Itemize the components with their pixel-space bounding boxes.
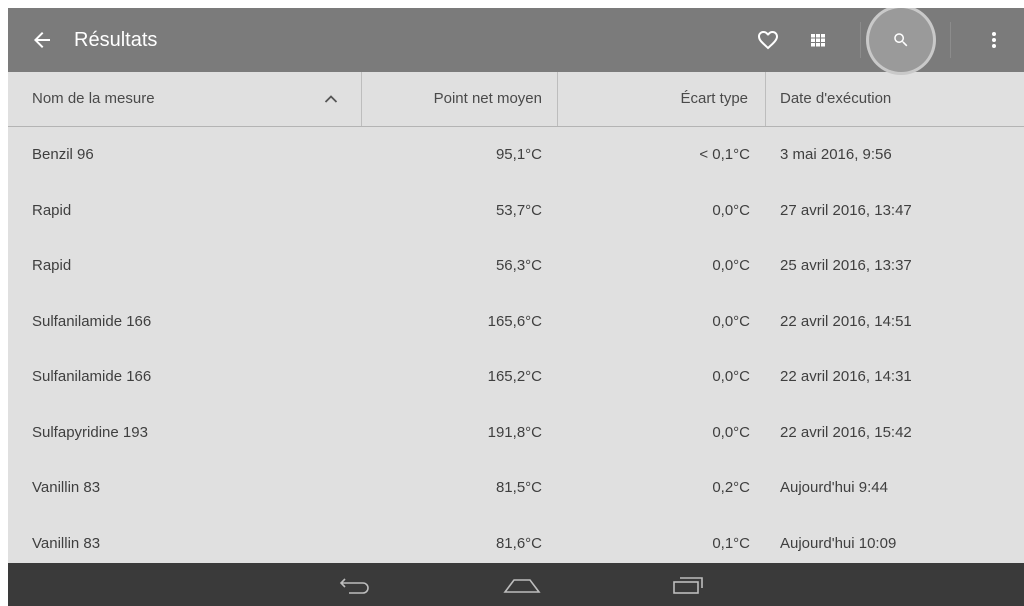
column-header-std[interactable]: Écart type (568, 72, 748, 126)
table-row[interactable]: Sulfapyridine 193 191,8°C 0,0°C 22 avril… (8, 405, 1024, 461)
cell-name: Rapid (32, 201, 72, 219)
cell-date: Aujourd'hui 9:44 (780, 479, 888, 496)
more-vert-icon (992, 32, 996, 48)
nav-home-icon (503, 578, 541, 593)
column-header-date[interactable]: Date d'exécution (780, 72, 891, 126)
table-header: Nom de la mesure Point net moyen Écart t… (8, 72, 1024, 127)
cell-date: 22 avril 2016, 15:42 (780, 423, 912, 441)
cell-std: 0,0°C (712, 423, 750, 441)
cell-mean: 95,1°C (495, 146, 542, 163)
table-row[interactable]: Benzil 96 95,1°C < 0,1°C 3 mai 2016, 9:5… (8, 127, 1024, 183)
back-arrow-icon (34, 32, 50, 48)
table-row[interactable]: Rapid 53,7°C 0,0°C 27 avril 2016, 13:47 (8, 183, 1024, 239)
toolbar-divider (950, 22, 951, 58)
cell-mean: 53,7°C (495, 201, 542, 219)
column-header-name[interactable]: Nom de la mesure (32, 72, 155, 126)
cell-std: < 0,1°C (699, 146, 750, 163)
cell-std: 0,0°C (712, 368, 750, 385)
system-nav-bar (8, 563, 1024, 606)
toolbar-divider (860, 22, 861, 58)
grid-view-button[interactable] (796, 8, 840, 72)
cell-mean: 81,5°C (495, 479, 542, 496)
nav-back-icon (339, 577, 369, 594)
cell-name: Rapid (32, 257, 72, 274)
cell-name: Sulfapyridine 193 (32, 423, 148, 441)
page-title: Résultats (74, 29, 158, 51)
cell-std: 0,0°C (712, 312, 750, 330)
results-table-body: Benzil 96 95,1°C < 0,1°C 3 mai 2016, 9:5… (8, 127, 1024, 571)
column-divider (765, 72, 766, 126)
cell-date: 27 avril 2016, 13:47 (780, 201, 912, 219)
app-screen: Résultats Nom de la mesure Point net moy… (8, 8, 1024, 606)
cell-mean: 165,6°C (487, 312, 542, 330)
nav-home-button[interactable] (492, 563, 552, 606)
cell-name: Benzil 96 (32, 146, 94, 163)
cell-date: 22 avril 2016, 14:51 (780, 312, 912, 330)
heart-icon (758, 31, 778, 50)
column-divider (557, 72, 558, 126)
cell-std: 0,0°C (712, 201, 750, 219)
search-highlight (869, 8, 933, 72)
nav-back-button[interactable] (326, 563, 386, 606)
search-button[interactable] (868, 8, 934, 72)
nav-recents-icon (673, 576, 703, 594)
column-header-mean[interactable]: Point net moyen (370, 72, 542, 126)
cell-name: Vanillin 83 (32, 479, 101, 496)
cell-mean: 165,2°C (487, 368, 542, 385)
grid-icon (811, 34, 825, 47)
cell-mean: 56,3°C (495, 257, 542, 274)
cell-name: Sulfanilamide 166 (32, 312, 152, 330)
sort-ascending-icon[interactable] (323, 91, 339, 107)
nav-recents-button[interactable] (658, 563, 718, 606)
column-divider (361, 72, 362, 126)
app-bar: Résultats (8, 8, 1024, 72)
cell-std: 0,0°C (712, 257, 750, 274)
table-row[interactable]: Sulfanilamide 166 165,2°C 0,0°C 22 avril… (8, 349, 1024, 405)
favorites-button[interactable] (746, 8, 790, 72)
back-button[interactable] (30, 28, 54, 52)
cell-date: 25 avril 2016, 13:37 (780, 257, 912, 274)
overflow-menu-button[interactable] (972, 8, 1016, 72)
cell-mean: 191,8°C (487, 423, 542, 441)
table-row[interactable]: Vanillin 83 81,5°C 0,2°C Aujourd'hui 9:4… (8, 460, 1024, 516)
search-icon (894, 33, 908, 47)
cell-name: Sulfanilamide 166 (32, 368, 152, 385)
table-row[interactable]: Rapid 56,3°C 0,0°C 25 avril 2016, 13:37 (8, 238, 1024, 294)
cell-std: 0,2°C (712, 479, 750, 496)
table-row[interactable]: Sulfanilamide 166 165,6°C 0,0°C 22 avril… (8, 294, 1024, 350)
cell-date: 3 mai 2016, 9:56 (780, 146, 892, 163)
cell-date: 22 avril 2016, 14:31 (780, 368, 912, 385)
